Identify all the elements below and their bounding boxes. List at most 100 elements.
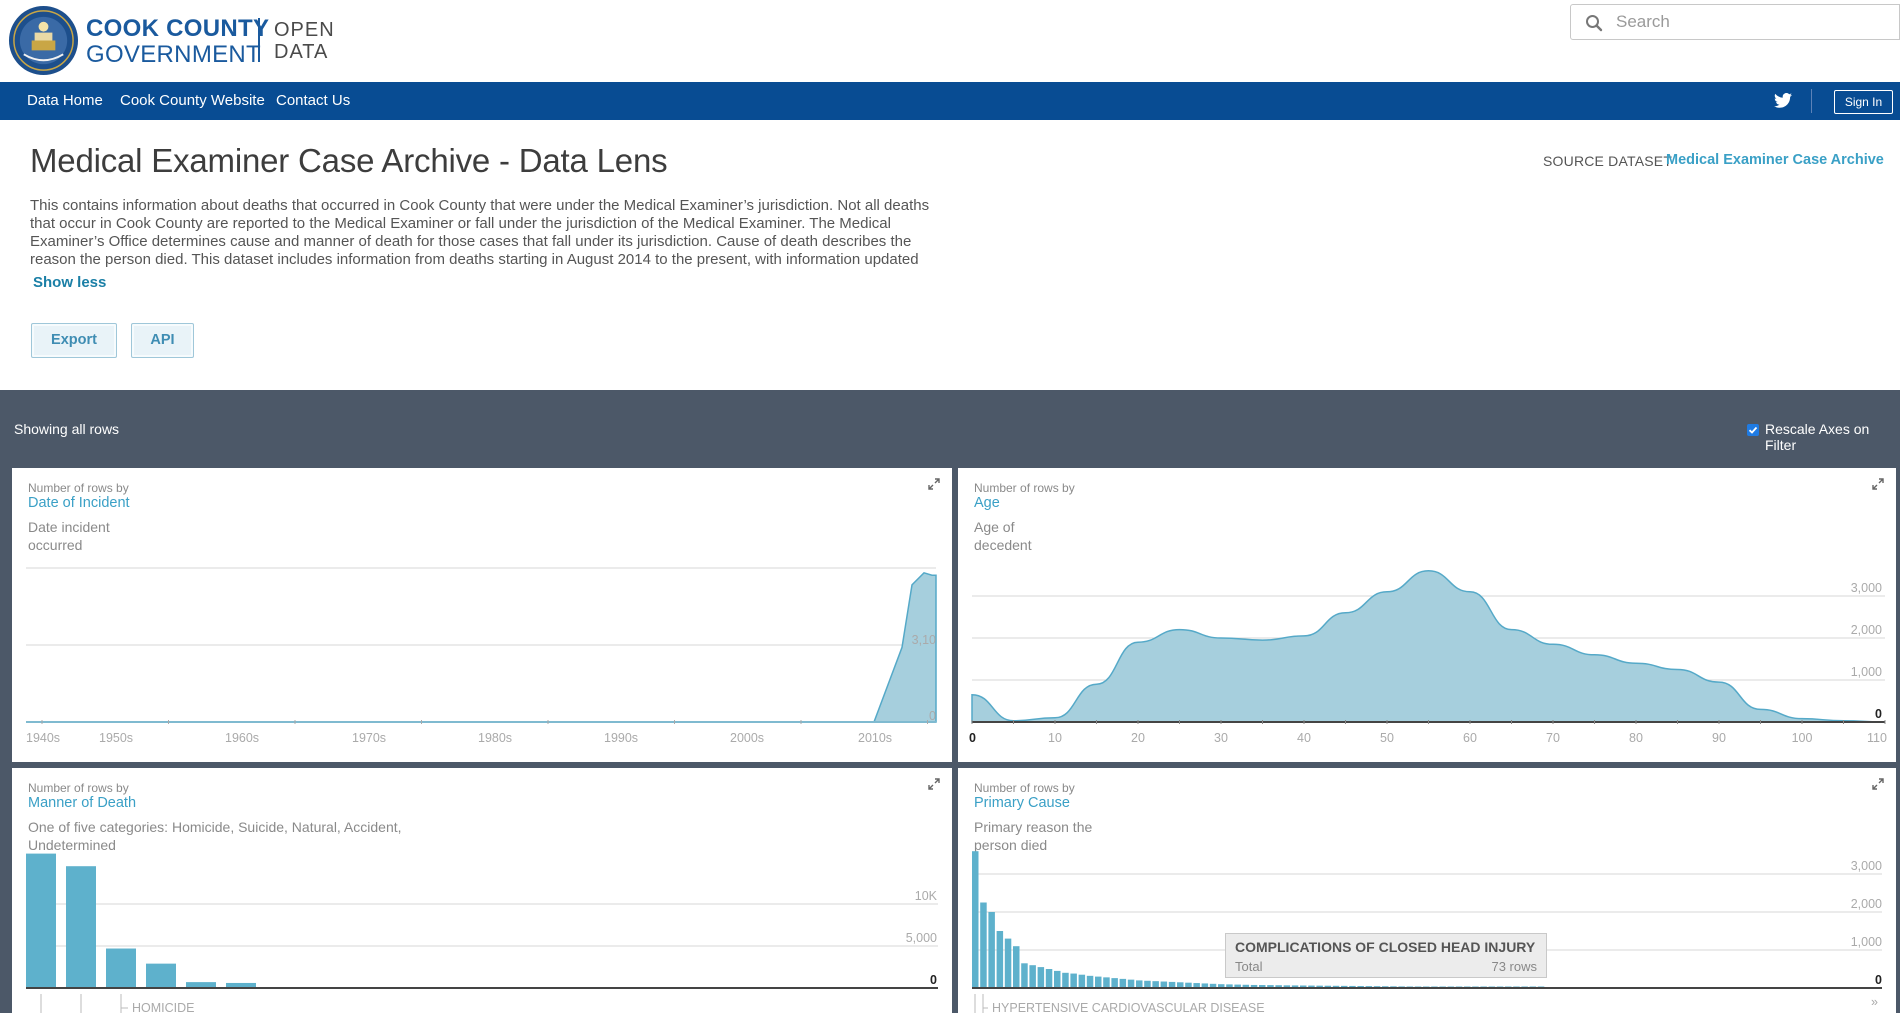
y-tick-label: 3,10 bbox=[912, 633, 936, 647]
y-tick-label: 1,000 bbox=[1851, 665, 1882, 679]
bar bbox=[980, 902, 987, 988]
bar bbox=[1004, 938, 1012, 988]
tooltip-total-value: 73 rows bbox=[1491, 959, 1537, 974]
brand-line-2: GOVERNMENT bbox=[86, 41, 262, 68]
brand-line-1: COOK COUNTY bbox=[86, 15, 270, 42]
bar bbox=[1013, 946, 1020, 988]
open-data-label: OPEN DATA bbox=[274, 19, 335, 63]
nav-link-cook-county-website[interactable]: Cook County Website bbox=[120, 92, 265, 109]
bar bbox=[972, 851, 979, 988]
chart-manner-of-death[interactable]: 10K 5,000 0 HOMICIDE bbox=[12, 768, 952, 1013]
y-tick-label: 3,000 bbox=[1851, 859, 1882, 873]
search-icon[interactable] bbox=[1585, 14, 1603, 32]
bar bbox=[996, 931, 1004, 988]
bar bbox=[1045, 969, 1053, 988]
y-tick-label: 0 bbox=[930, 973, 937, 987]
x-tick-label: 2010s bbox=[858, 731, 892, 745]
bar bbox=[1103, 977, 1110, 988]
rescale-axes-label[interactable]: Rescale Axes on Filter bbox=[1765, 421, 1900, 453]
main-nav: Data Home Cook County Website Contact Us… bbox=[0, 82, 1900, 120]
twitter-icon[interactable] bbox=[1774, 93, 1792, 108]
show-less-link[interactable]: Show less bbox=[33, 274, 106, 291]
bar bbox=[146, 963, 176, 988]
sign-in-button[interactable]: Sign In bbox=[1834, 90, 1893, 114]
bar bbox=[1029, 965, 1036, 988]
bar bbox=[1086, 975, 1094, 988]
x-tick-label: 50 bbox=[1380, 731, 1394, 745]
export-button[interactable]: Export bbox=[31, 323, 117, 358]
bar bbox=[1144, 980, 1151, 988]
cook-county-seal-logo[interactable] bbox=[8, 5, 79, 76]
dataset-description: This contains information about deaths t… bbox=[30, 197, 930, 267]
nav-link-data-home[interactable]: Data Home bbox=[27, 92, 103, 109]
search-box[interactable] bbox=[1570, 4, 1900, 40]
y-tick-label: 2,000 bbox=[1851, 623, 1882, 637]
y-tick-label: 1,000 bbox=[1851, 935, 1882, 949]
x-tick-label: 110 bbox=[1867, 731, 1887, 745]
chart-tooltip: COMPLICATIONS OF CLOSED HEAD INJURY Tota… bbox=[1225, 933, 1547, 978]
x-tick-label: 1960s bbox=[225, 731, 259, 745]
y-tick-label: 2,000 bbox=[1851, 897, 1882, 911]
rescale-axes-checkbox[interactable] bbox=[1747, 424, 1759, 436]
showing-rows-text: Showing all rows bbox=[14, 421, 120, 437]
bar bbox=[26, 853, 56, 988]
bar bbox=[1021, 963, 1028, 988]
x-tick-label: 90 bbox=[1712, 731, 1726, 745]
x-tick-label: 1990s bbox=[604, 731, 638, 745]
card-age: Number of rows by Age Age of decedent 01… bbox=[958, 468, 1896, 762]
source-dataset-link[interactable]: Medical Examiner Case Archive bbox=[1666, 152, 1884, 168]
search-input[interactable] bbox=[1616, 10, 1886, 34]
x-tick-label: 40 bbox=[1297, 731, 1311, 745]
open-data-line-1: OPEN bbox=[274, 19, 335, 41]
open-data-line-2: DATA bbox=[274, 41, 329, 63]
x-tick-label: 10 bbox=[1048, 731, 1062, 745]
x-tick-label: 70 bbox=[1546, 731, 1560, 745]
bar bbox=[988, 912, 995, 988]
bar bbox=[1062, 972, 1069, 988]
site-header: COOK COUNTY GOVERNMENT OPEN DATA bbox=[0, 0, 1900, 82]
source-dataset-label: SOURCE DATASET bbox=[1543, 153, 1673, 169]
y-tick-label: 0 bbox=[929, 709, 936, 723]
bar bbox=[1095, 976, 1102, 988]
category-label: HOMICIDE bbox=[132, 1001, 195, 1013]
x-tick-label: 30 bbox=[1214, 731, 1228, 745]
chart-age[interactable]: 0 10 20 30 40 50 60 70 80 90 100 110 3,000 2,000 1,000… bbox=[958, 468, 1896, 762]
bar bbox=[1037, 967, 1045, 988]
card-manner-of-death: Number of rows by Manner of Death One of… bbox=[12, 768, 952, 1013]
check-icon bbox=[1748, 426, 1758, 434]
bar bbox=[1119, 978, 1127, 988]
x-tick-label: 100 bbox=[1792, 731, 1813, 745]
y-tick-label: 3,000 bbox=[1851, 581, 1882, 595]
x-tick-label: 1940s bbox=[26, 731, 60, 745]
bar bbox=[1070, 973, 1077, 988]
x-tick-label: 80 bbox=[1629, 731, 1643, 745]
bar bbox=[1136, 980, 1143, 988]
y-tick-label: 5,000 bbox=[906, 931, 937, 945]
bar bbox=[1152, 981, 1159, 988]
bar bbox=[1111, 978, 1118, 988]
chart-date-of-incident[interactable]: 1940s 1950s 1960s 1970s 1980s 1990s 2000s 2010s… bbox=[12, 468, 952, 762]
bar bbox=[106, 948, 136, 988]
x-tick-label: 20 bbox=[1131, 731, 1145, 745]
x-tick-label: 1970s bbox=[352, 731, 386, 745]
card-date-of-incident: Number of rows by Date of Incident Date … bbox=[12, 468, 952, 762]
api-button[interactable]: API bbox=[131, 323, 194, 358]
y-tick-label: 0 bbox=[1875, 707, 1882, 721]
y-tick-label: 10K bbox=[915, 889, 938, 903]
bar bbox=[66, 866, 96, 988]
category-label: HYPERTENSIVE CARDIOVASCULAR DISEASE bbox=[992, 1001, 1265, 1013]
x-tick-label: 60 bbox=[1463, 731, 1477, 745]
x-tick-label: 1950s bbox=[99, 731, 133, 745]
brand-name[interactable]: COOK COUNTY GOVERNMENT bbox=[86, 16, 269, 68]
bar bbox=[1054, 970, 1061, 988]
x-tick-label: 1980s bbox=[478, 731, 512, 745]
tooltip-title: COMPLICATIONS OF CLOSED HEAD INJURY bbox=[1235, 939, 1536, 955]
y-tick-label: 0 bbox=[1875, 973, 1882, 987]
nav-divider bbox=[1811, 89, 1812, 113]
x-tick-label: 0 bbox=[969, 731, 976, 745]
bar bbox=[1078, 974, 1086, 988]
scroll-more-icon: » bbox=[1871, 995, 1878, 1009]
page-title: Medical Examiner Case Archive - Data Len… bbox=[30, 142, 668, 179]
tooltip-total-label: Total bbox=[1235, 959, 1263, 974]
nav-link-contact-us[interactable]: Contact Us bbox=[276, 92, 350, 109]
